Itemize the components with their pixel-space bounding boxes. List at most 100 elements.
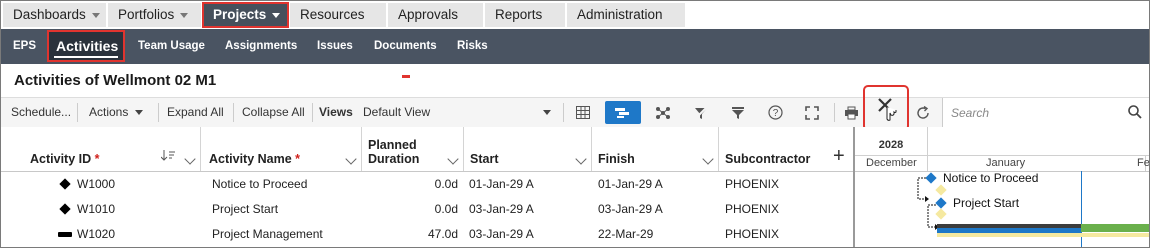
expand-all-button[interactable]: Expand All [167, 98, 224, 127]
gantt-divider [927, 127, 928, 171]
filter-off-icon[interactable] [685, 101, 717, 124]
subcontractor-cell: PHOENIX [725, 202, 780, 216]
toolbar-divider [563, 103, 564, 122]
add-column-icon[interactable]: + [833, 146, 845, 166]
top-nav: Dashboards Portfolios Projects Resources… [1, 1, 1149, 29]
page-title: Activities of Wellmont 02 M1 [14, 72, 217, 89]
print-icon[interactable] [835, 101, 867, 124]
gantt-divider [855, 155, 1149, 156]
gantt-bar-label: Notice to Proceed [943, 171, 1039, 185]
chevron-down-icon[interactable] [345, 153, 357, 165]
chevron-down-icon [272, 12, 281, 18]
svg-text:?: ? [772, 108, 778, 119]
activity-name-cell: Project Management [212, 227, 323, 241]
gantt-month: Feb [1137, 157, 1150, 169]
gantt-chart[interactable]: 2028 December January Feb Notice to Proc… [853, 127, 1150, 247]
gantt-month: January [986, 157, 1026, 169]
duration-cell: 0.0d [434, 202, 458, 216]
title-row: Activities of Wellmont 02 M1 [1, 64, 1149, 97]
schedule-button[interactable]: Schedule... [11, 98, 71, 127]
gantt-month: December [866, 157, 917, 169]
subnav-assignments[interactable]: Assignments [225, 29, 297, 64]
table-row[interactable]: W1020 Project Management 47.0d 03-Jan-29… [1, 222, 853, 247]
column-start[interactable]: Start [464, 127, 592, 171]
column-activity-id[interactable]: Activity ID * [1, 127, 201, 171]
tools-icon[interactable] [863, 85, 909, 131]
fullscreen-icon[interactable] [796, 101, 828, 124]
subcontractor-cell: PHOENIX [725, 177, 780, 191]
views-label: Views [319, 105, 353, 119]
chevron-down-icon[interactable] [702, 153, 714, 165]
tab-reports[interactable]: Reports [485, 3, 565, 27]
finish-cell: 03-Jan-29 A [598, 202, 663, 216]
subnav-issues[interactable]: Issues [317, 29, 353, 64]
search-input[interactable] [949, 103, 1123, 123]
duration-cell: 0.0d [434, 177, 458, 191]
help-icon[interactable]: ? [759, 101, 791, 124]
search-box [942, 98, 1149, 127]
subcontractor-cell: PHOENIX [725, 227, 780, 241]
chevron-down-icon[interactable] [447, 153, 459, 165]
toolbar-divider [312, 103, 313, 122]
finish-cell: 22-Mar-29 [598, 227, 654, 241]
column-finish[interactable]: Finish [592, 127, 719, 171]
actions-button[interactable]: Actions [89, 98, 144, 127]
subnav-eps[interactable]: EPS [13, 29, 36, 64]
subnav-risks[interactable]: Risks [457, 29, 488, 64]
start-cell: 03-Jan-29 A [469, 202, 534, 216]
activity-id-cell: W1020 [77, 227, 116, 241]
start-cell: 01-Jan-29 A [469, 177, 534, 191]
grid-header: Activity ID * Activity Name * Planned Dur… [1, 127, 853, 172]
sub-nav: EPS Activities Team Usage Assignments Is… [1, 29, 1149, 64]
network-icon[interactable] [647, 101, 679, 124]
subnav-activities[interactable]: Activities [47, 30, 125, 62]
sort-icon[interactable] [160, 150, 175, 164]
tab-projects[interactable]: Projects [202, 2, 289, 28]
finish-cell: 01-Jan-29 A [598, 177, 663, 191]
chevron-down-icon [543, 110, 551, 115]
column-planned-duration[interactable]: Planned Duration [362, 127, 464, 171]
gantt-year: 2028 [878, 139, 904, 151]
duration-cell: 47.0d [427, 227, 458, 241]
task-bar-icon [58, 232, 72, 237]
tab-portfolios[interactable]: Portfolios [108, 3, 201, 27]
chevron-down-icon [91, 12, 100, 18]
annotation-mark [402, 75, 410, 78]
chevron-down-icon[interactable] [184, 153, 196, 165]
column-activity-name[interactable]: Activity Name * [201, 127, 362, 171]
tab-administration[interactable]: Administration [567, 3, 685, 27]
grid-icon[interactable] [567, 101, 599, 124]
table-row[interactable]: W1010 Project Start 0.0d 03-Jan-29 A 03-… [1, 197, 853, 223]
activity-name-cell: Project Start [212, 202, 279, 216]
app-window: Dashboards Portfolios Projects Resources… [0, 0, 1150, 248]
gantt-icon[interactable] [605, 101, 641, 124]
subnav-team-usage[interactable]: Team Usage [138, 29, 205, 64]
gantt-bar-label: Project Start [953, 196, 1020, 210]
gantt-baseline-milestone [935, 184, 947, 196]
toolbar-divider [77, 103, 78, 122]
chevron-down-icon[interactable] [575, 153, 587, 165]
chevron-down-icon [180, 12, 189, 18]
filter-icon[interactable] [722, 101, 754, 124]
gantt-remaining-bar[interactable] [1081, 224, 1149, 232]
tab-resources[interactable]: Resources [290, 3, 386, 27]
tab-approvals[interactable]: Approvals [388, 3, 483, 27]
gantt-link-arrow [917, 177, 929, 202]
views-select-value: Default View [363, 105, 431, 119]
start-cell: 03-Jan-29 A [469, 227, 534, 241]
activity-name-cell: Notice to Proceed [212, 177, 308, 191]
subnav-documents[interactable]: Documents [374, 29, 437, 64]
milestone-icon [59, 203, 71, 215]
table-row[interactable]: W1000 Notice to Proceed 0.0d 01-Jan-29 A… [1, 172, 853, 198]
chevron-down-icon [135, 110, 144, 116]
collapse-all-button[interactable]: Collapse All [242, 98, 305, 127]
views-select[interactable]: Default View [360, 101, 557, 123]
activity-id-cell: W1010 [77, 202, 116, 216]
gantt-baseline-bar [937, 233, 1149, 237]
refresh-icon[interactable] [907, 101, 939, 124]
tab-dashboards[interactable]: Dashboards [3, 3, 106, 27]
toolbar-divider [158, 103, 159, 122]
milestone-icon [59, 178, 71, 190]
toolbar: Schedule... Actions Expand All Collapse … [1, 85, 1149, 131]
search-icon[interactable] [1128, 105, 1142, 122]
